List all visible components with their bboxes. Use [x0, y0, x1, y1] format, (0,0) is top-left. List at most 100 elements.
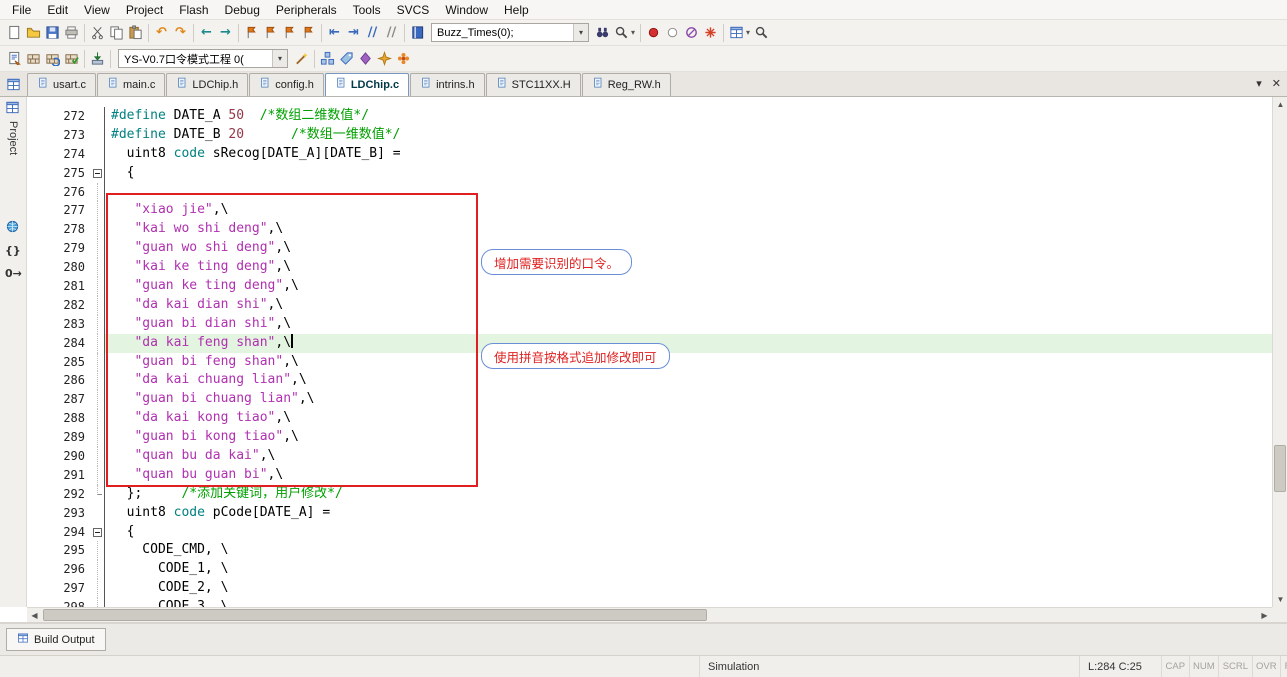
code-line[interactable]: 279 "guan wo shi deng",\	[27, 239, 1272, 259]
zoom-icon[interactable]	[752, 23, 771, 43]
vertical-scroll-thumb[interactable]	[1274, 445, 1286, 492]
code-text[interactable]: uint8 code pCode[DATE_A] =	[105, 504, 1272, 523]
paste-icon[interactable]	[126, 23, 145, 43]
bookmark-clear-icon[interactable]	[299, 23, 318, 43]
tab-LDChip.c[interactable]: LDChip.c	[324, 73, 410, 96]
memory-window-icon[interactable]	[727, 23, 746, 43]
breakpoint-disable-icon[interactable]	[663, 23, 682, 43]
bookmark-next-icon[interactable]	[280, 23, 299, 43]
chevron-down-icon[interactable]: ▾	[272, 50, 287, 67]
line-number[interactable]: 286	[27, 371, 91, 390]
redo-icon[interactable]: ↷	[171, 23, 190, 43]
menu-help[interactable]: Help	[496, 1, 537, 19]
code-text[interactable]: "guan bi chuang lian",\	[105, 390, 1272, 409]
vertical-scrollbar[interactable]: ▲ ▼	[1272, 97, 1287, 607]
nav-back-icon[interactable]: ←	[197, 23, 216, 43]
line-number[interactable]: 290	[27, 447, 91, 466]
tab-Reg_RW.h[interactable]: Reg_RW.h	[581, 73, 671, 96]
line-number[interactable]: 294	[27, 523, 91, 542]
scroll-right-icon[interactable]: ▶	[1257, 608, 1272, 623]
code-line[interactable]: 296 CODE_1, \	[27, 560, 1272, 580]
code-line[interactable]: 272 #define DATE_A 50 /*数组二维数值*/	[27, 107, 1272, 126]
code-text[interactable]: CODE_CMD, \	[105, 541, 1272, 560]
line-number[interactable]: 279	[27, 239, 91, 258]
build-icon[interactable]	[24, 49, 43, 69]
project-window-icon[interactable]	[5, 100, 22, 117]
code-text[interactable]: "xiao jie",\	[105, 201, 1272, 220]
build-output-tab[interactable]: Build Output	[6, 628, 106, 651]
tab-list-dropdown-icon[interactable]: ▾	[1256, 77, 1262, 90]
line-number[interactable]: 295	[27, 541, 91, 560]
cut-icon[interactable]	[88, 23, 107, 43]
code-line[interactable]: 273 #define DATE_B 20 /*数组一维数值*/	[27, 125, 1272, 145]
environment-icon[interactable]	[375, 49, 394, 69]
code-text[interactable]: {	[105, 164, 1272, 183]
code-line[interactable]: 294 {	[27, 522, 1272, 542]
code-text[interactable]: "kai ke ting deng",\	[105, 258, 1272, 277]
code-text[interactable]: "quan bu da kai",\	[105, 447, 1272, 466]
menu-debug[interactable]: Debug	[217, 1, 268, 19]
line-number[interactable]: 285	[27, 353, 91, 372]
code-line[interactable]: 286 "da kai chuang lian",\	[27, 371, 1272, 391]
code-text[interactable]: "guan wo shi deng",\	[105, 239, 1272, 258]
menu-project[interactable]: Project	[118, 1, 171, 19]
code-text[interactable]: "da kai feng shan",\	[105, 333, 1272, 353]
comment-icon[interactable]: ∕∕	[363, 23, 382, 43]
code-text[interactable]: CODE_1, \	[105, 560, 1272, 579]
line-number[interactable]: 292	[27, 485, 91, 504]
tab-LDChip.h[interactable]: LDChip.h	[166, 73, 249, 96]
code-line[interactable]: 289 "guan bi kong tiao",\	[27, 428, 1272, 448]
code-text[interactable]: "kai wo shi deng",\	[105, 220, 1272, 239]
undo-icon[interactable]: ↶	[152, 23, 171, 43]
line-number[interactable]: 298	[27, 598, 91, 607]
code-line[interactable]: 275 {	[27, 163, 1272, 183]
code-text[interactable]: "guan bi dian shi",\	[105, 315, 1272, 334]
line-number[interactable]: 272	[27, 107, 91, 126]
menu-file[interactable]: File	[4, 1, 39, 19]
line-number[interactable]: 291	[27, 466, 91, 485]
indent-left-icon[interactable]: ⇤	[325, 23, 344, 43]
line-number[interactable]: 293	[27, 504, 91, 523]
target-select[interactable]: YS-V0.7口令模式工程 0(▾	[118, 49, 288, 68]
chevron-down-icon[interactable]: ▾	[746, 28, 750, 37]
tab-config.h[interactable]: config.h	[249, 73, 324, 96]
find-icon[interactable]	[408, 23, 427, 43]
templates-icon[interactable]: 0→	[5, 267, 22, 284]
code-line[interactable]: 291 "quan bu guan bi",\	[27, 465, 1272, 485]
print-icon[interactable]	[62, 23, 81, 43]
bookmark-prev-icon[interactable]	[261, 23, 280, 43]
functions-icon[interactable]: {}	[5, 244, 22, 261]
breakpoints-disable-all-icon[interactable]	[682, 23, 701, 43]
menu-tools[interactable]: Tools	[345, 1, 389, 19]
code-text[interactable]: "da kai chuang lian",\	[105, 371, 1272, 390]
code-text[interactable]: "guan bi kong tiao",\	[105, 428, 1272, 447]
line-number[interactable]: 273	[27, 126, 91, 145]
new-file-icon[interactable]	[5, 23, 24, 43]
fold-box-icon[interactable]	[93, 168, 102, 178]
line-number[interactable]: 288	[27, 409, 91, 428]
line-number[interactable]: 287	[27, 390, 91, 409]
scroll-up-icon[interactable]: ▲	[1273, 97, 1287, 112]
code-text[interactable]: "guan ke ting deng",\	[105, 277, 1272, 296]
line-number[interactable]: 283	[27, 315, 91, 334]
flash-download-icon[interactable]	[88, 49, 107, 69]
code-line[interactable]: 292 }; /*添加关键词，用户修改*/	[27, 484, 1272, 504]
line-number[interactable]: 275	[27, 164, 91, 183]
code-line[interactable]: 297 CODE_2, \	[27, 579, 1272, 599]
menu-view[interactable]: View	[76, 1, 118, 19]
tab-usart.c[interactable]: usart.c	[27, 73, 97, 96]
code-text[interactable]: {	[105, 523, 1272, 542]
code-line[interactable]: 280 "kai ke ting deng",\	[27, 258, 1272, 278]
line-number[interactable]: 280	[27, 258, 91, 277]
close-tab-icon[interactable]: ✕	[1272, 77, 1281, 90]
menu-peripherals[interactable]: Peripherals	[268, 1, 345, 19]
code-line[interactable]: 278 "kai wo shi deng",\	[27, 220, 1272, 240]
code-text[interactable]: #define DATE_A 50 /*数组二维数值*/	[105, 107, 1272, 126]
line-number[interactable]: 274	[27, 145, 91, 164]
fold-box-icon[interactable]	[93, 527, 102, 537]
code-line[interactable]: 288 "da kai kong tiao",\	[27, 409, 1272, 429]
menu-svcs[interactable]: SVCS	[389, 1, 438, 19]
save-icon[interactable]	[43, 23, 62, 43]
open-file-icon[interactable]	[24, 23, 43, 43]
scroll-down-icon[interactable]: ▼	[1273, 592, 1287, 607]
